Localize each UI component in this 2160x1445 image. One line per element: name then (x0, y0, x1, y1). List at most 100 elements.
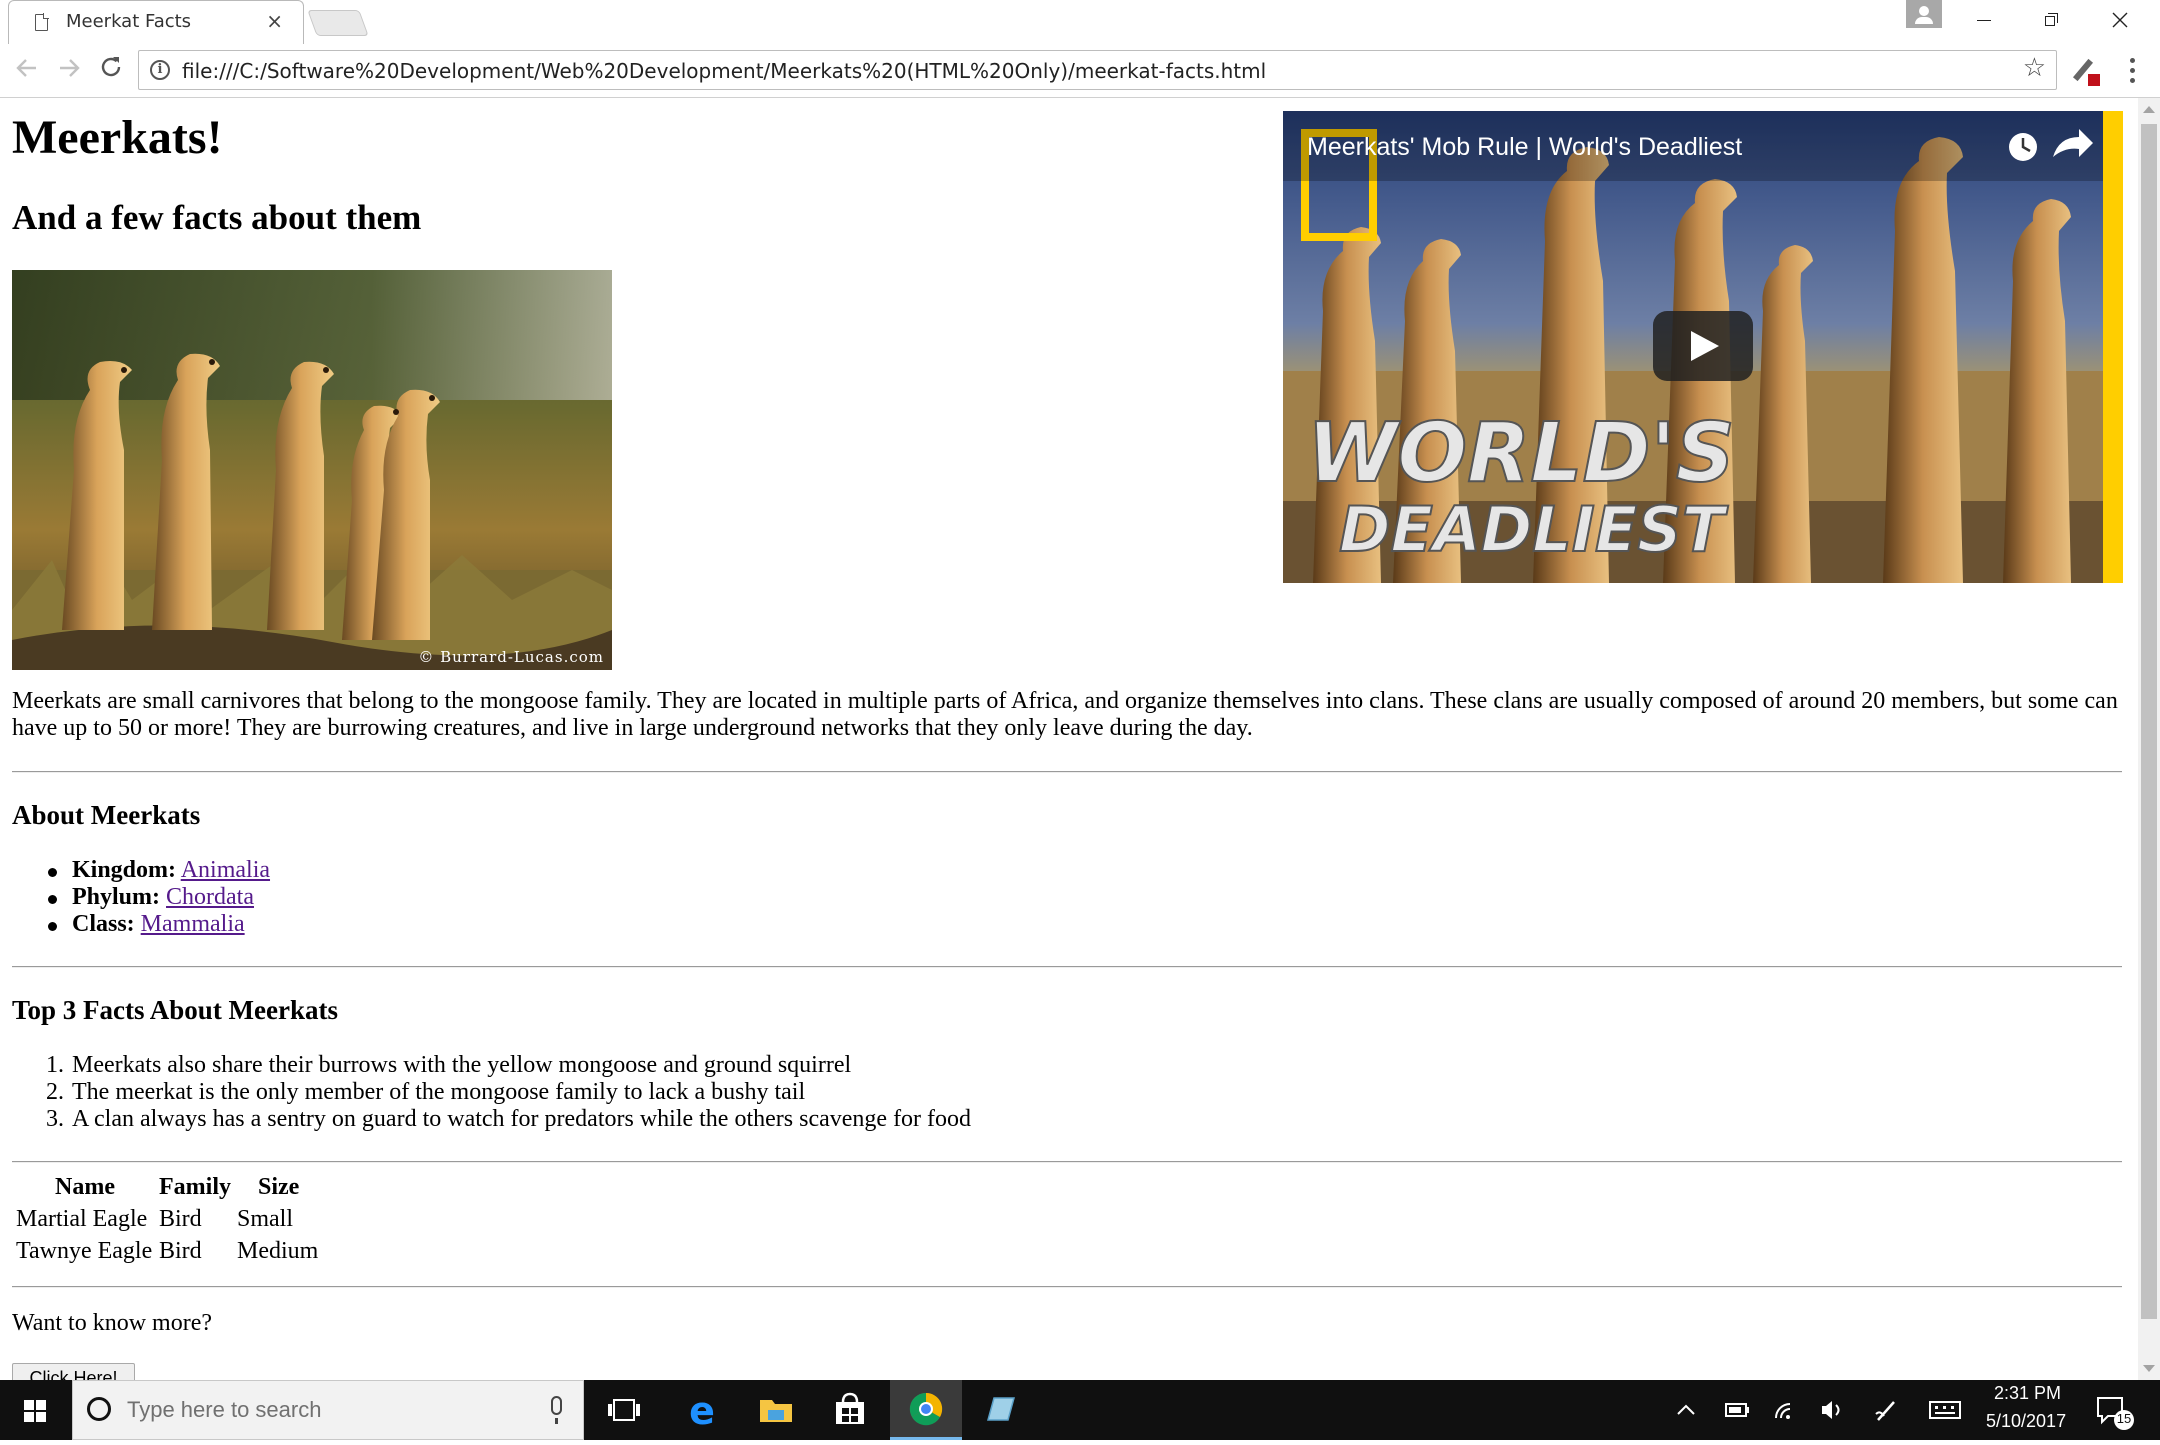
tab-close-icon[interactable]: × (266, 9, 283, 33)
list-number: 1. (46, 1052, 64, 1078)
notification-count: 15 (2116, 1411, 2132, 1426)
divider (12, 771, 2122, 773)
video-title[interactable]: Meerkats' Mob Rule | World's Deadliest (1307, 133, 1742, 161)
volume-icon[interactable] (1822, 1401, 1840, 1419)
scroll-down-icon[interactable] (2143, 1365, 2155, 1372)
meerkat-photo: © Burrard-Lucas.com (12, 270, 612, 670)
list-item: Kingdom: Animalia (12, 857, 270, 884)
bookmark-star-icon[interactable]: ☆ (2023, 53, 2046, 83)
forward-button[interactable] (52, 54, 86, 88)
video-overlay-line1: WORLD'S (1307, 406, 1735, 501)
fact-text: Meerkats also share their burrows with t… (72, 1052, 852, 1078)
url-text[interactable]: file:///C:/Software%20Development/Web%20… (182, 59, 1266, 83)
microphone-icon[interactable] (551, 1396, 562, 1424)
back-button[interactable] (10, 54, 44, 88)
kingdom-label: Kingdom: (72, 857, 177, 883)
task-view-button[interactable] (588, 1380, 660, 1440)
list-item: 3. A clan always has a sentry on guard to… (12, 1106, 971, 1133)
table-cell: Martial Eagle (16, 1206, 148, 1232)
show-hidden-icons-icon[interactable] (1677, 1404, 1695, 1415)
minimize-button[interactable] (1950, 0, 2018, 40)
app-button[interactable] (964, 1380, 1036, 1440)
embedded-video[interactable]: Meerkats' Mob Rule | World's Deadliest W… (1283, 111, 2123, 583)
windows-taskbar: Type here to search e 2:31 PM 5/10/2017 … (0, 1380, 2160, 1440)
cortana-icon[interactable] (87, 1397, 111, 1421)
want-more-text: Want to know more? (12, 1310, 213, 1336)
close-window-button[interactable] (2086, 0, 2154, 40)
facts-list: 1. Meerkats also share their burrows with… (12, 1052, 971, 1133)
clock-date[interactable]: 5/10/2017 (1986, 1411, 2066, 1432)
list-item: Phylum: Chordata (12, 884, 270, 911)
scroll-up-icon[interactable] (2143, 106, 2155, 113)
column-header-family: Family (159, 1174, 231, 1200)
clock-time[interactable]: 2:31 PM (1994, 1383, 2061, 1404)
app-icon (987, 1397, 1015, 1421)
browser-titlebar: Meerkat Facts × (0, 0, 2160, 44)
document-icon (35, 13, 49, 31)
click-here-button[interactable]: Click Here! (12, 1363, 135, 1380)
play-button[interactable] (1653, 311, 1753, 381)
page-title: Meerkats! (12, 111, 223, 164)
file-explorer-button[interactable] (740, 1380, 812, 1440)
column-header-name: Name (55, 1174, 115, 1200)
facts-heading: Top 3 Facts About Meerkats (12, 995, 339, 1025)
divider (12, 1286, 2122, 1288)
phylum-label: Phylum: (72, 884, 161, 910)
svg-text:e: e (689, 1389, 715, 1433)
info-icon[interactable]: i (150, 60, 170, 80)
close-icon (2112, 12, 2128, 28)
chrome-button[interactable] (890, 1380, 962, 1440)
vertical-scrollbar[interactable] (2138, 98, 2160, 1380)
extension-icon[interactable] (2070, 56, 2102, 88)
intro-paragraph: Meerkats are small carnivores that belon… (12, 688, 2118, 741)
divider (12, 966, 2122, 968)
list-item: Class: Mammalia (12, 911, 270, 938)
about-heading: About Meerkats (12, 800, 201, 830)
video-thumbnail: Meerkats' Mob Rule | World's Deadliest W… (1283, 111, 2123, 583)
class-label: Class: (72, 911, 135, 937)
about-list: Kingdom: Animalia Phylum: Chordata Class… (12, 857, 270, 938)
video-overlay-line2: DEADLIEST (1339, 493, 1729, 566)
reload-icon (101, 57, 121, 77)
scroll-thumb[interactable] (2141, 124, 2157, 1319)
page-subtitle: And a few facts about them (12, 198, 422, 237)
windows-logo-icon (24, 1400, 46, 1422)
browser-tab[interactable]: Meerkat Facts × (8, 0, 304, 44)
address-bar[interactable]: i file:///C:/Software%20Development/Web%… (138, 50, 2057, 90)
keyboard-icon[interactable] (1929, 1401, 1961, 1419)
search-placeholder[interactable]: Type here to search (127, 1397, 321, 1423)
photo-credit: © Burrard-Lucas.com (418, 648, 604, 666)
battery-icon[interactable] (1725, 1403, 1749, 1417)
animalia-link[interactable]: Animalia (181, 857, 270, 883)
chrome-menu-icon[interactable] (2122, 56, 2142, 86)
store-button[interactable] (814, 1380, 886, 1440)
list-number: 2. (46, 1079, 64, 1105)
chrome-icon (909, 1392, 943, 1426)
edge-icon: e (689, 1389, 715, 1433)
new-tab-button[interactable] (307, 10, 369, 36)
action-center-button[interactable]: 15 (2086, 1380, 2160, 1440)
wifi-icon[interactable] (1775, 1403, 1791, 1419)
fact-text: The meerkat is the only member of the mo… (72, 1079, 806, 1105)
arrow-left-icon (16, 59, 36, 77)
restore-button[interactable] (2018, 0, 2086, 40)
chordata-link[interactable]: Chordata (166, 884, 254, 910)
column-header-size: Size (258, 1174, 300, 1200)
mammalia-link[interactable]: Mammalia (141, 911, 245, 937)
edge-button[interactable]: e (666, 1380, 738, 1440)
pen-workspace-icon[interactable] (1875, 1401, 1895, 1421)
profile-icon[interactable] (1906, 0, 1942, 28)
minimize-icon (1977, 19, 1991, 21)
taskbar-search[interactable]: Type here to search (72, 1380, 584, 1440)
action-center-icon (2097, 1397, 2134, 1430)
folder-icon (760, 1400, 792, 1422)
reload-button[interactable] (94, 54, 128, 88)
watch-later-icon[interactable] (2009, 133, 2037, 161)
fact-text: A clan always has a sentry on guard to w… (72, 1106, 972, 1132)
table-cell: Tawnye Eagle (16, 1238, 153, 1264)
divider (12, 1161, 2122, 1163)
start-button[interactable] (0, 1380, 72, 1440)
page-viewport: Meerkats! And a few facts about them © B… (0, 98, 2138, 1380)
tab-title: Meerkat Facts (66, 11, 192, 32)
store-icon (836, 1392, 864, 1424)
